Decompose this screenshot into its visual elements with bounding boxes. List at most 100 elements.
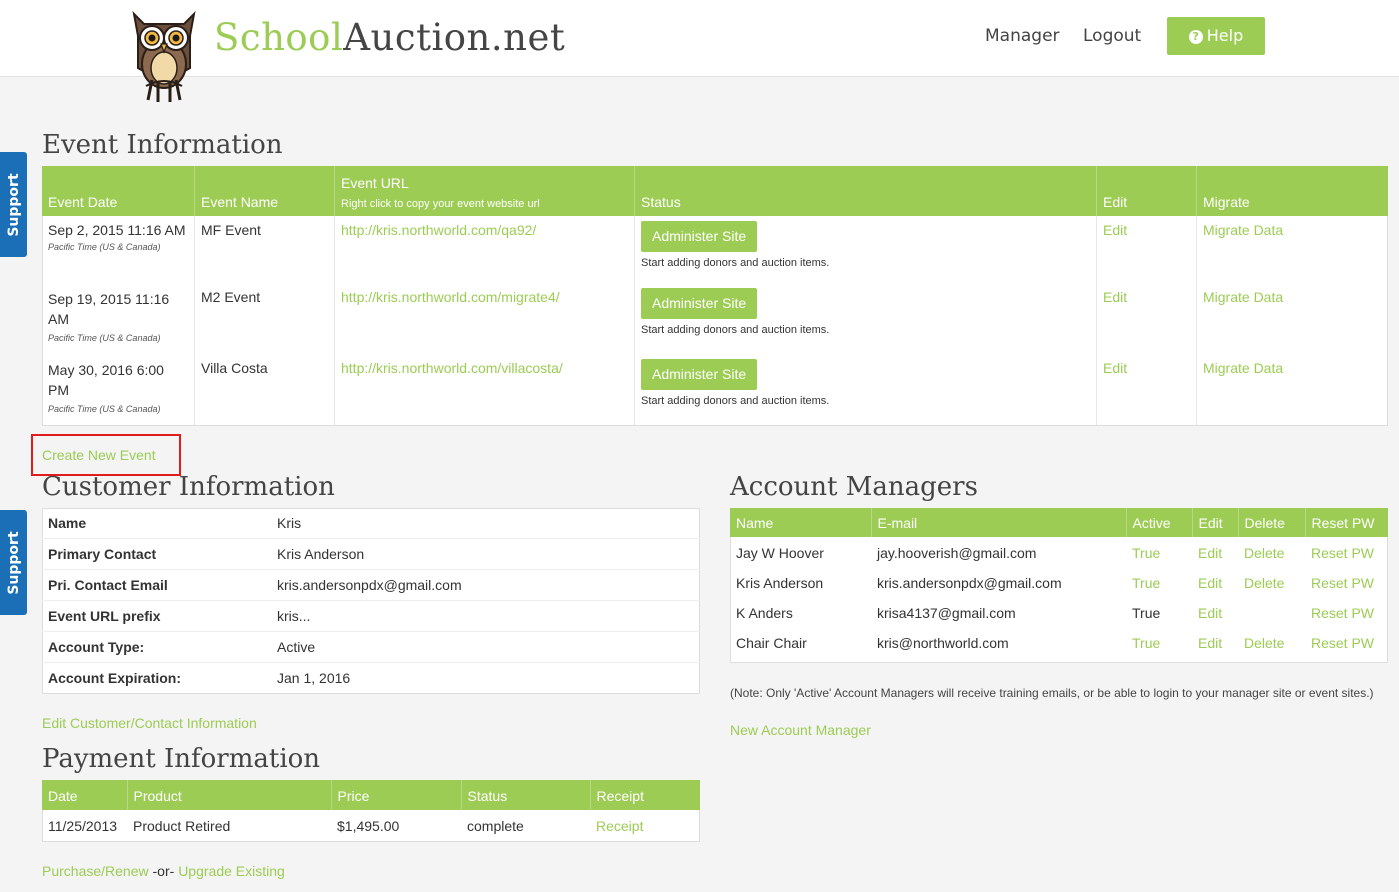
site-logo-text[interactable]: SchoolAuction.net [214,16,565,59]
nav-manager-link[interactable]: Manager [985,26,1060,46]
support-label: Support [5,172,22,237]
event-info-title: Event Information [42,130,283,160]
col-edit: Edit [1096,166,1197,216]
payment-info-title: Payment Information [42,744,321,774]
customer-value: Kris Anderson [271,538,700,570]
col-status: Status [634,166,1097,216]
customer-table: Name Kris Primary Contact Kris Anderson Pr… [42,508,700,693]
administer-site-button[interactable]: Administer Site [641,221,758,252]
purchase-renew-link[interactable]: Purchase/Renew [42,863,149,879]
edit-event-link[interactable]: Edit [1103,289,1127,305]
customer-label: Name [42,508,271,539]
manager-active-link[interactable]: True [1132,575,1160,591]
manager-email: jay.hooverish@gmail.com [877,545,1037,561]
manager-reset-link[interactable]: Reset PW [1311,545,1374,561]
customer-value: Active [271,631,700,663]
upgrade-existing-link[interactable]: Upgrade Existing [178,863,285,879]
event-name: Villa Costa [194,354,335,425]
payment-status: complete [467,818,524,834]
table-row: Account Expiration: Jan 1, 2016 [42,663,700,694]
edit-event-link[interactable]: Edit [1103,222,1127,238]
manager-active-link[interactable]: True [1132,545,1160,561]
event-date-cell: May 30, 2016 6:00 PM Pacific Time (US & C… [42,354,195,425]
event-date-cell: Sep 19, 2015 11:16 AM Pacific Time (US & … [42,283,195,354]
col-event-url: Event URL Right click to copy your event… [334,166,635,216]
edit-customer-info-link[interactable]: Edit Customer/Contact Information [42,715,257,731]
event-status-cell: Administer Site Start adding donors and a… [634,354,1097,425]
manager-delete-link[interactable]: Delete [1244,575,1284,591]
event-status-cell: Administer Site Start adding donors and a… [634,216,1097,283]
customer-value: Kris [271,508,700,539]
support-tab-top[interactable]: Support [0,152,27,257]
top-header: SchoolAuction.net Manager Logout ? Help [0,0,1399,77]
customer-label: Account Type: [42,631,271,663]
migrate-data-link[interactable]: Migrate Data [1203,289,1283,305]
event-edit-cell: Edit [1096,354,1197,425]
owl-logo-icon[interactable] [128,6,200,104]
event-migrate-cell: Migrate Data [1197,354,1389,425]
event-date-cell: Sep 2, 2015 11:16 AM Pacific Time (US & C… [42,216,195,283]
help-button[interactable]: ? Help [1167,17,1265,55]
manager-edit-link[interactable]: Edit [1198,605,1222,621]
logo-school: School [214,16,344,59]
col-mgr-active: Active [1126,508,1193,537]
col-migrate: Migrate [1196,166,1388,216]
event-url-cell: http://kris.northworld.com/qa92/ [334,216,635,283]
col-event-name: Event Name [194,166,335,216]
payment-table: Date Product Price Status Receipt 11/25/… [42,780,700,840]
event-edit-cell: Edit [1096,216,1197,283]
table-row: Jay W Hoover jay.hooverish@gmail.com Tru… [730,537,1388,567]
help-label: Help [1206,26,1244,45]
col-mgr-email: E-mail [871,508,1127,537]
event-url-link[interactable]: http://kris.northworld.com/villacosta/ [341,360,563,376]
manager-edit-link[interactable]: Edit [1198,635,1222,651]
manager-reset-link[interactable]: Reset PW [1311,605,1374,621]
event-url-link[interactable]: http://kris.northworld.com/qa92/ [341,222,536,238]
manager-reset-cell: Reset PW [1305,537,1388,567]
manager-email: krisa4137@gmail.com [877,605,1016,621]
edit-event-link[interactable]: Edit [1103,360,1127,376]
event-url-cell: http://kris.northworld.com/villacosta/ [334,354,635,425]
payment-date: 11/25/2013 [48,818,118,834]
create-new-event-link[interactable]: Create New Event [42,447,156,463]
manager-active-text: True [1132,605,1161,621]
table-row: Event URL prefix kris... [42,600,700,632]
support-label: Support [5,530,22,595]
manager-reset-link[interactable]: Reset PW [1311,635,1374,651]
manager-name: Chair Chair [736,635,807,651]
manager-edit-cell: Edit [1192,627,1238,657]
managers-table-header: Name E-mail Active Edit Delete Reset PW [730,508,1388,537]
event-url-link[interactable]: http://kris.northworld.com/migrate4/ [341,289,560,305]
manager-edit-link[interactable]: Edit [1198,545,1222,561]
migrate-data-link[interactable]: Migrate Data [1203,222,1283,238]
migrate-data-link[interactable]: Migrate Data [1203,360,1283,376]
manager-active-link[interactable]: True [1132,635,1160,651]
logo-auction: Auction.net [343,16,566,59]
customer-label: Pri. Contact Email [42,569,271,601]
receipt-link[interactable]: Receipt [596,818,643,834]
col-pay-receipt: Receipt [590,780,700,810]
manager-name: Jay W Hoover [736,545,824,561]
manager-name: K Anders [736,605,793,621]
event-name: MF Event [194,216,335,283]
administer-site-button[interactable]: Administer Site [641,359,758,390]
status-note: Start adding donors and auction items. [641,324,830,336]
manager-delete-link[interactable]: Delete [1244,545,1284,561]
nav-logout-link[interactable]: Logout [1083,26,1141,46]
col-pay-status: Status [461,780,591,810]
manager-edit-link[interactable]: Edit [1198,575,1222,591]
administer-site-button[interactable]: Administer Site [641,288,758,319]
col-event-url-label: Event URL [341,175,409,191]
table-row: K Anders krisa4137@gmail.com True Edit R… [730,597,1388,627]
support-tab-bottom[interactable]: Support [0,510,27,615]
col-mgr-reset: Reset PW [1305,508,1388,537]
event-date: Sep 2, 2015 11:16 AM [48,222,186,238]
customer-info-title: Customer Information [42,472,335,502]
account-managers-title: Account Managers [730,472,978,502]
manager-delete-link[interactable]: Delete [1244,635,1284,651]
event-name: M2 Event [194,283,335,354]
event-migrate-cell: Migrate Data [1197,283,1389,354]
new-account-manager-link[interactable]: New Account Manager [730,722,871,738]
manager-reset-link[interactable]: Reset PW [1311,575,1374,591]
table-row: Pri. Contact Email kris.andersonpdx@gmail… [42,569,700,601]
